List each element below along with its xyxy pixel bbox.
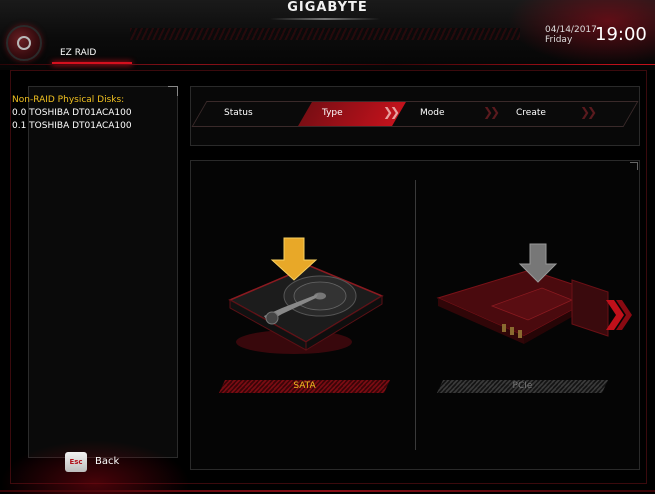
settings-logo-icon[interactable]	[6, 25, 42, 61]
decorative-stripe	[130, 28, 520, 40]
step-chevron-icon: ❯❯	[483, 105, 500, 119]
weekday: Friday	[545, 35, 573, 45]
option-divider	[415, 180, 416, 450]
esc-key-icon[interactable]: Esc	[65, 452, 87, 472]
brand-logo: GIGABYTE	[287, 0, 368, 15]
date-display: 04/14/2017 Friday	[545, 25, 597, 45]
step-create: Create	[516, 108, 546, 118]
sata-option-label[interactable]: SATA	[222, 381, 387, 391]
step-type: Type	[322, 108, 343, 118]
next-chevron-icon[interactable]	[606, 300, 632, 330]
tab-ez-raid[interactable]: EZ RAID	[60, 48, 96, 58]
pcie-option-label[interactable]: PCIe	[440, 381, 605, 391]
disk-item: 0.1 TOSHIBA DT01ACA100	[12, 121, 132, 131]
clock: 19:00	[595, 24, 647, 45]
back-button[interactable]: Esc Back	[65, 450, 155, 474]
physical-disks-panel	[28, 86, 178, 458]
step-chevron-icon: ❯❯	[580, 105, 597, 119]
wizard-steps	[191, 101, 639, 127]
back-label[interactable]: Back	[95, 456, 119, 467]
step-status: Status	[224, 108, 253, 118]
disk-item: 0.0 TOSHIBA DT01ACA100	[12, 108, 132, 118]
top-bar: GIGABYTE EZ RAID 04/14/2017 Friday 19:00	[0, 0, 655, 70]
date: 04/14/2017	[545, 25, 597, 35]
physical-disks-title: Non-RAID Physical Disks:	[12, 95, 125, 105]
step-mode: Mode	[420, 108, 445, 118]
hdd-icon[interactable]	[222, 230, 392, 360]
step-chevron-icon: ❯❯	[383, 105, 400, 119]
pcie-card-icon[interactable]	[432, 240, 612, 360]
